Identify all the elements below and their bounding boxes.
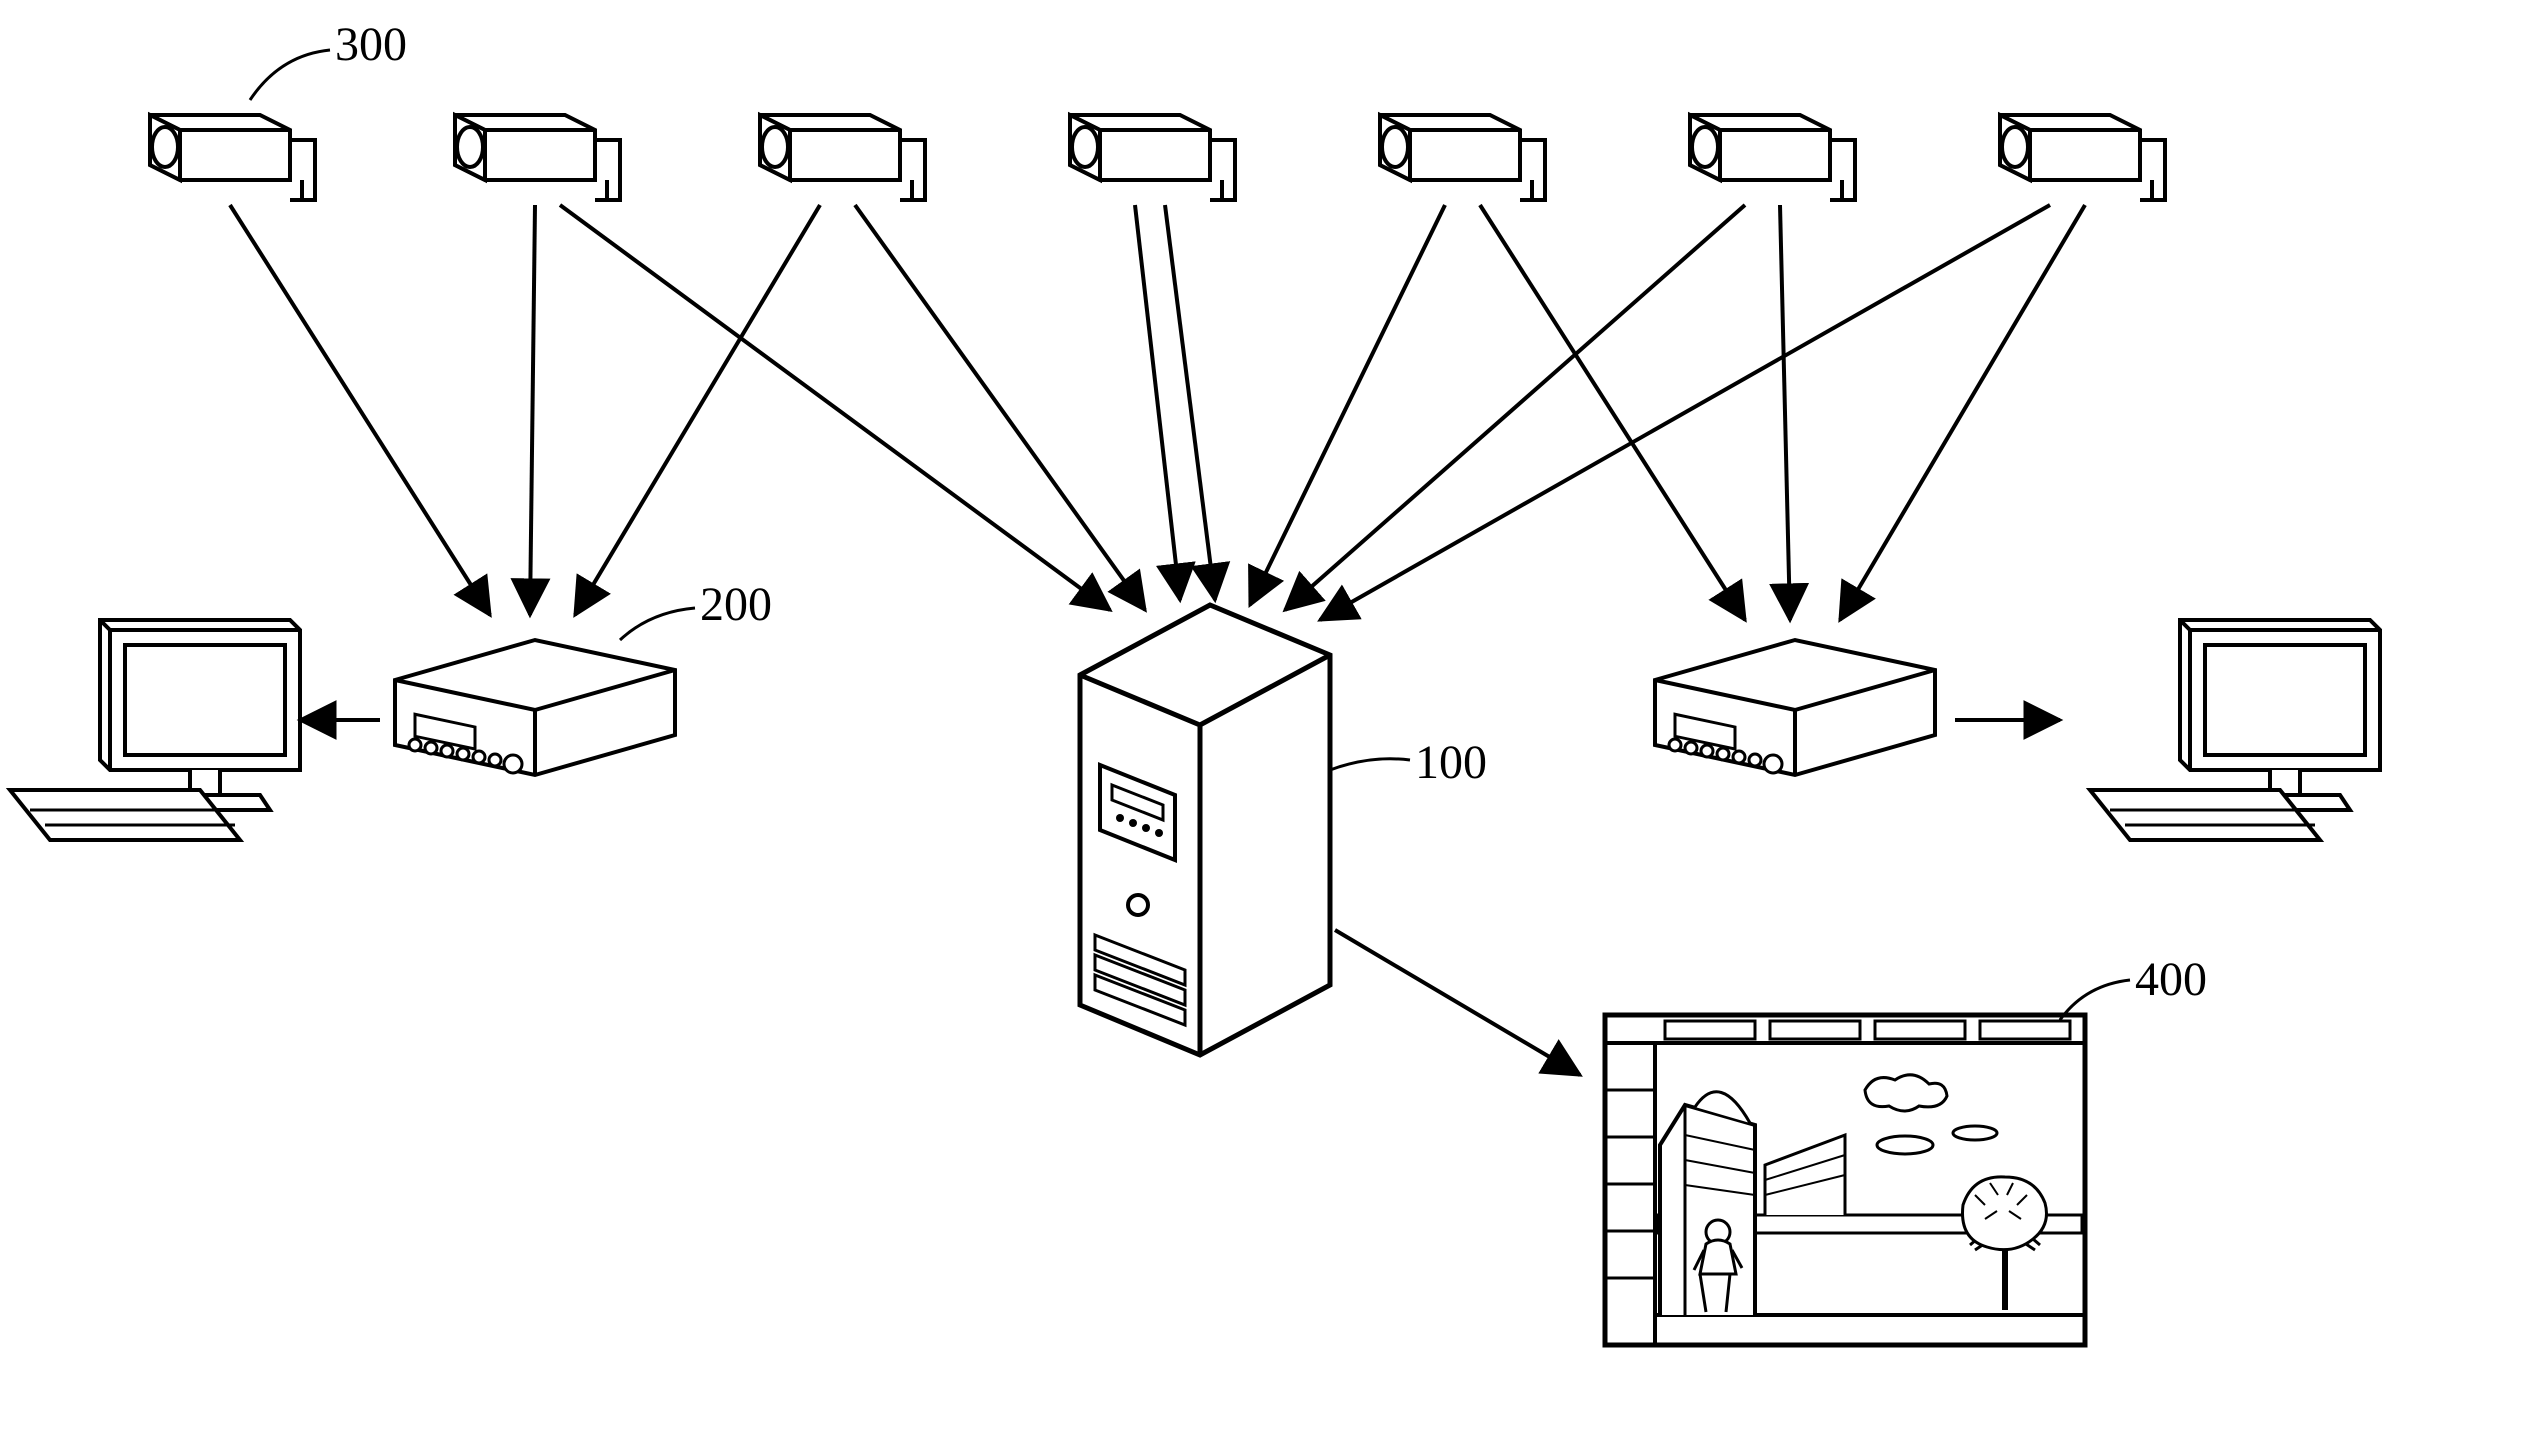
camera-7-icon: [2000, 115, 2165, 200]
recorder-right-icon: [1655, 640, 1935, 775]
camera-4-icon: [1070, 115, 1235, 200]
computer-right-icon: [2090, 620, 2380, 840]
camera-arrows: [230, 205, 2085, 620]
camera-3-icon: [760, 115, 925, 200]
computer-left-icon: [10, 620, 300, 840]
camera-5-icon: [1380, 115, 1545, 200]
camera-1-icon: [150, 115, 315, 200]
server-to-display-arrow: [1335, 930, 1580, 1075]
camera-2-icon: [455, 115, 620, 200]
recorder-left-icon: [395, 640, 675, 775]
camera-ref-label: 300: [335, 18, 407, 71]
display-icon: [1605, 1015, 2085, 1345]
system-diagram: 300 200 100 400: [0, 0, 2547, 1455]
camera-6-icon: [1690, 115, 1855, 200]
server-ref-label: 100: [1415, 736, 1487, 789]
display-ref-label: 400: [2135, 953, 2207, 1006]
server-icon: [1080, 605, 1330, 1055]
recorder-ref-label: 200: [700, 578, 772, 631]
